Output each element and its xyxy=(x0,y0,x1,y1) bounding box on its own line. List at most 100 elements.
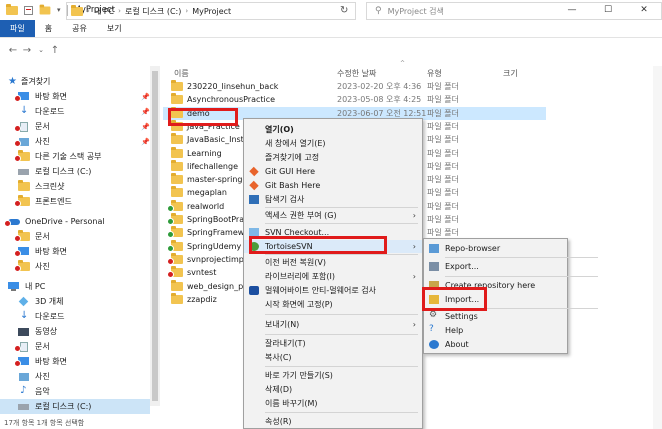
menu-item-give-access[interactable]: 액세스 권한 부여 (G) › xyxy=(244,209,422,222)
nav-item-onedrive-desktop[interactable]: 바탕 화면 xyxy=(14,244,67,259)
menu-item-git-gui[interactable]: Git GUI Here xyxy=(244,165,422,178)
menu-item-cut[interactable]: 잘라내기(T) xyxy=(244,337,422,350)
nav-scrollbar[interactable] xyxy=(150,66,160,406)
ribbon-tabs: 파일 홈 공유 보기 xyxy=(0,20,662,38)
nav-item-documents[interactable]: 문서 xyxy=(14,119,50,134)
file-type: 파일 폴더 xyxy=(427,175,459,185)
folder-icon xyxy=(171,292,183,306)
nav-item-pc-local-disk[interactable]: 로컬 디스크 (C:) xyxy=(0,399,150,414)
folder-icon xyxy=(18,179,30,192)
folder-icon xyxy=(167,199,183,213)
nav-item-music[interactable]: ♪ 음악 xyxy=(18,384,50,399)
picture-icon xyxy=(14,137,30,147)
nav-item-pc-documents[interactable]: 문서 xyxy=(14,339,50,354)
menu-item-send-to[interactable]: 보내기(N) › xyxy=(244,318,422,331)
menu-item-include-library[interactable]: 라이브러리에 포함(I) › xyxy=(244,270,422,283)
export-icon xyxy=(429,262,439,271)
nav-item-local-disk[interactable]: 로컬 디스크 (C:) xyxy=(18,164,91,179)
nav-item-desktop[interactable]: 바탕 화면 xyxy=(14,89,67,104)
nav-scrollbar-thumb[interactable] xyxy=(152,71,158,401)
menu-item-explorer-scan[interactable]: 탐색기 검사 xyxy=(244,193,422,206)
menu-item-pin-quick-access[interactable]: 즐겨찾기에 고정 xyxy=(244,151,422,164)
tab-home[interactable]: 홈 xyxy=(35,20,62,37)
breadcrumb-this-pc[interactable]: 내 PC xyxy=(94,6,114,17)
back-arrow-icon[interactable]: ← xyxy=(6,45,20,56)
repo-browser-icon xyxy=(429,244,439,253)
menu-item-properties[interactable]: 속성(R) xyxy=(244,415,422,428)
breadcrumb-local-disk[interactable]: 로컬 디스크 (C:) xyxy=(125,6,181,17)
menu-item-git-bash[interactable]: Git Bash Here xyxy=(244,179,422,192)
nav-item-pc-pictures[interactable]: 사진 xyxy=(18,369,50,384)
pin-icon[interactable]: 📌 xyxy=(141,123,150,131)
column-header-size[interactable]: 크기 xyxy=(503,66,518,80)
submenu-item-repo-browser[interactable]: Repo-browser xyxy=(424,242,567,255)
nav-label: 사진 xyxy=(35,372,50,381)
chevron-right-icon: › xyxy=(412,242,416,251)
folder-icon xyxy=(167,252,183,266)
menu-item-restore-previous[interactable]: 이전 버전 복원(V) xyxy=(244,256,422,269)
pin-icon[interactable]: 📌 xyxy=(141,108,150,116)
submenu-item-settings[interactable]: ⚙ Settings xyxy=(424,310,567,323)
file-row[interactable]: 230220_linsehun_back 2023-02-20 오후 4:36 파일… xyxy=(163,80,546,93)
menu-label: 속성(R) xyxy=(265,417,292,426)
properties-icon[interactable] xyxy=(24,5,33,15)
nav-label: 내 PC xyxy=(25,282,46,291)
pin-icon[interactable]: 📌 xyxy=(141,138,150,146)
menu-item-open[interactable]: 열기(O) xyxy=(244,123,422,136)
column-header-name[interactable]: 이름 xyxy=(174,66,189,80)
menu-item-pin-start[interactable]: 시작 화면에 고정(P) xyxy=(244,298,422,311)
column-header-type[interactable]: 유형 xyxy=(427,66,442,80)
nav-label: 로컬 디스크 (C:) xyxy=(35,167,92,176)
menu-label: Repo-browser xyxy=(445,244,501,253)
submenu-item-export[interactable]: Export... xyxy=(424,260,567,273)
address-bar[interactable]: › 내 PC › 로컬 디스크 (C:) › MyProject xyxy=(66,2,356,20)
submenu-item-about[interactable]: About xyxy=(424,338,567,351)
menu-item-rename[interactable]: 이름 바꾸기(M) xyxy=(244,397,422,410)
nav-item-other-stack[interactable]: 다른 기술 스택 공부 xyxy=(14,149,102,164)
nav-item-onedrive[interactable]: OneDrive - Personal xyxy=(4,214,105,229)
up-arrow-icon[interactable]: ↑ xyxy=(48,45,62,56)
menu-label: Help xyxy=(445,326,464,335)
submenu-item-help[interactable]: ? Help xyxy=(424,324,567,337)
nav-label: 바탕 화면 xyxy=(35,92,67,101)
file-row[interactable]: AsynchronousPractice 2023-05-08 오후 4:25 파일… xyxy=(163,93,546,106)
folder-icon xyxy=(171,146,183,160)
pin-icon[interactable]: 📌 xyxy=(141,93,150,101)
menu-separator xyxy=(265,254,418,255)
file-list-scrollbar[interactable] xyxy=(653,66,662,429)
tab-file[interactable]: 파일 xyxy=(0,20,35,37)
nav-item-quick-access[interactable]: ★ 즐겨찾기 xyxy=(8,74,50,89)
nav-item-pictures[interactable]: 사진 xyxy=(14,134,50,149)
tab-view[interactable]: 보기 xyxy=(97,20,132,37)
nav-item-3d-objects[interactable]: 3D 개체 xyxy=(18,294,64,309)
new-folder-icon[interactable] xyxy=(39,4,51,15)
search-box[interactable]: ⚲ MyProject 검색 xyxy=(366,2,662,20)
nav-item-frontend[interactable]: 프론트엔드 xyxy=(14,194,72,209)
nav-item-videos[interactable]: 동영상 xyxy=(18,324,57,339)
nav-item-downloads[interactable]: ↓ 다운로드 xyxy=(18,104,64,119)
nav-item-pc-desktop[interactable]: 바탕 화면 xyxy=(14,354,67,369)
menu-item-create-shortcut[interactable]: 바로 가기 만들기(S) xyxy=(244,369,422,382)
forward-arrow-icon[interactable]: → xyxy=(20,45,34,56)
refresh-icon[interactable]: ↻ xyxy=(340,5,348,16)
menu-separator xyxy=(445,276,598,277)
nav-item-screenshots[interactable]: 스크린샷 xyxy=(18,179,64,194)
folder-icon xyxy=(171,173,183,186)
nav-item-onedrive-pictures[interactable]: 사진 xyxy=(14,259,50,274)
nav-item-pc-downloads[interactable]: ↓ 다운로드 xyxy=(18,309,64,324)
column-header-date[interactable]: 수정한 날짜 xyxy=(337,66,376,80)
context-menu: 열기(O) 새 창에서 열기(E) 즐겨찾기에 고정 Git GUI Here … xyxy=(243,118,423,429)
git-gui-icon xyxy=(249,166,259,177)
breadcrumb-myproject[interactable]: MyProject xyxy=(192,7,231,16)
tab-share[interactable]: 공유 xyxy=(62,20,97,37)
menu-item-malwarebytes[interactable]: 멀웨어바이트 안티-멀웨어로 검사 xyxy=(244,284,422,297)
menu-item-delete[interactable]: 삭제(D) xyxy=(244,383,422,396)
nav-item-this-pc[interactable]: 내 PC xyxy=(8,279,45,294)
menu-item-open-new-window[interactable]: 새 창에서 열기(E) xyxy=(244,137,422,150)
customize-quick-access-icon[interactable]: ▾ xyxy=(57,6,61,14)
menu-item-copy[interactable]: 복사(C) xyxy=(244,351,422,364)
file-type: 파일 폴더 xyxy=(427,121,459,131)
recent-locations-icon[interactable]: ⌄ xyxy=(34,46,48,54)
nav-item-onedrive-documents[interactable]: 문서 xyxy=(14,229,50,244)
nav-label: 문서 xyxy=(35,122,50,131)
